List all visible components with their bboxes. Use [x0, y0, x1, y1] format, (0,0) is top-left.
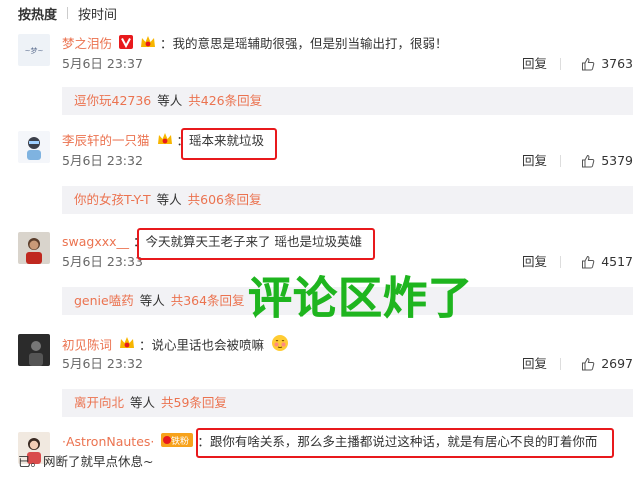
action-divider — [560, 358, 561, 370]
comment-item: ~梦~ 梦之泪伤 ：我的意思是瑶辅助很强，但是别当输出打，很弱！ 5月6日 23… — [18, 34, 633, 78]
like-count: 5379 — [601, 153, 633, 168]
sort-by-hot-tab[interactable]: 按热度 — [18, 4, 57, 23]
highlight-box — [196, 428, 614, 458]
sub-reply-mid: 等人 — [130, 395, 156, 410]
sub-reply-mid: 等人 — [139, 293, 165, 308]
thumbs-up-icon — [582, 357, 595, 371]
sub-reply-user[interactable]: 你的女孩T-Y-T — [74, 192, 151, 207]
thumbs-up-icon — [582, 154, 595, 168]
sub-replies-bar[interactable]: 离开向北 等人 共59条回复 — [62, 389, 633, 417]
reply-button[interactable]: 回复 — [522, 151, 547, 171]
svg-text:~梦~: ~梦~ — [25, 47, 44, 55]
username-link[interactable]: ·AstronNautes· — [62, 434, 154, 449]
username-link[interactable]: swagxxx__ — [62, 234, 129, 249]
like-count: 3763 — [601, 56, 633, 71]
sub-reply-mid: 等人 — [157, 93, 183, 108]
highlight-box — [181, 128, 277, 160]
reply-button[interactable]: 回复 — [522, 354, 547, 374]
comment-item: 初见陈词 ：说心里话也会被喷嘛 5月6日 23:32 回复 2697 — [18, 334, 633, 378]
sub-reply-mid: 等人 — [156, 192, 182, 207]
like-button[interactable]: 3763 — [581, 54, 633, 74]
like-count: 4517 — [601, 254, 633, 269]
comment-time: 5月6日 23:33 — [62, 254, 143, 269]
comment-time: 5月6日 23:32 — [62, 153, 143, 168]
comment-time: 5月6日 23:37 — [62, 56, 143, 71]
avatar[interactable] — [18, 131, 50, 163]
sub-reply-count[interactable]: 共364条回复 — [171, 293, 245, 308]
action-divider — [560, 256, 561, 268]
username-link[interactable]: 李辰轩的一只猫 — [62, 133, 150, 148]
crown-badge-icon — [157, 132, 173, 152]
reply-button[interactable]: 回复 — [522, 54, 547, 74]
sub-reply-count[interactable]: 共606条回复 — [188, 192, 262, 207]
sub-reply-user[interactable]: genie嗑药 — [74, 293, 134, 308]
fan-badge: 铁粉 — [161, 432, 194, 453]
sub-reply-user[interactable]: 离开向北 — [74, 395, 124, 410]
comment-item: 李辰轩的一只猫 ：瑶本来就垃圾 5月6日 23:32 回复 5379 — [18, 131, 633, 175]
sub-replies-bar[interactable]: 你的女孩T-Y-T 等人 共606条回复 — [62, 186, 633, 214]
thumbs-up-icon — [582, 255, 595, 269]
comment-text: ：我的意思是瑶辅助很强，但是别当输出打，很弱！ — [159, 36, 448, 51]
comment-time: 5月6日 23:32 — [62, 356, 143, 371]
highlight-box — [137, 228, 375, 260]
like-button[interactable]: 5379 — [581, 151, 633, 171]
sub-replies-bar[interactable]: 逗你玩42736 等人 共426条回复 — [62, 87, 633, 115]
username-link[interactable]: 初见陈词 — [62, 338, 112, 353]
sub-reply-user[interactable]: 逗你玩42736 — [74, 93, 151, 108]
verified-v-icon — [119, 34, 133, 55]
action-divider — [560, 58, 561, 70]
sort-bar: 按热度 按时间 — [18, 4, 117, 23]
crown-badge-icon — [119, 336, 135, 356]
avatar[interactable] — [18, 334, 50, 366]
crown-badge-icon — [140, 35, 156, 55]
sub-reply-count[interactable]: 共59条回复 — [161, 395, 227, 410]
sub-reply-count[interactable]: 共426条回复 — [188, 93, 262, 108]
username-link[interactable]: 梦之泪伤 — [62, 36, 112, 51]
like-button[interactable]: 2697 — [581, 354, 633, 374]
sort-by-time-tab[interactable]: 按时间 — [78, 4, 117, 23]
action-divider — [560, 155, 561, 167]
avatar[interactable]: ~梦~ — [18, 34, 50, 66]
overlay-caption: 评论区炸了 — [248, 273, 473, 325]
like-count: 2697 — [601, 356, 633, 371]
comment-text: ：说心里话也会被喷嘛 — [138, 337, 264, 353]
comment-text-continued: 已。网断了就早点休息~ — [18, 454, 154, 469]
avatar[interactable] — [18, 232, 50, 264]
sort-divider — [67, 7, 69, 19]
svg-text:铁粉: 铁粉 — [171, 435, 189, 447]
reply-button[interactable]: 回复 — [522, 252, 547, 272]
thumbs-up-icon — [582, 57, 595, 71]
like-button[interactable]: 4517 — [581, 252, 633, 272]
